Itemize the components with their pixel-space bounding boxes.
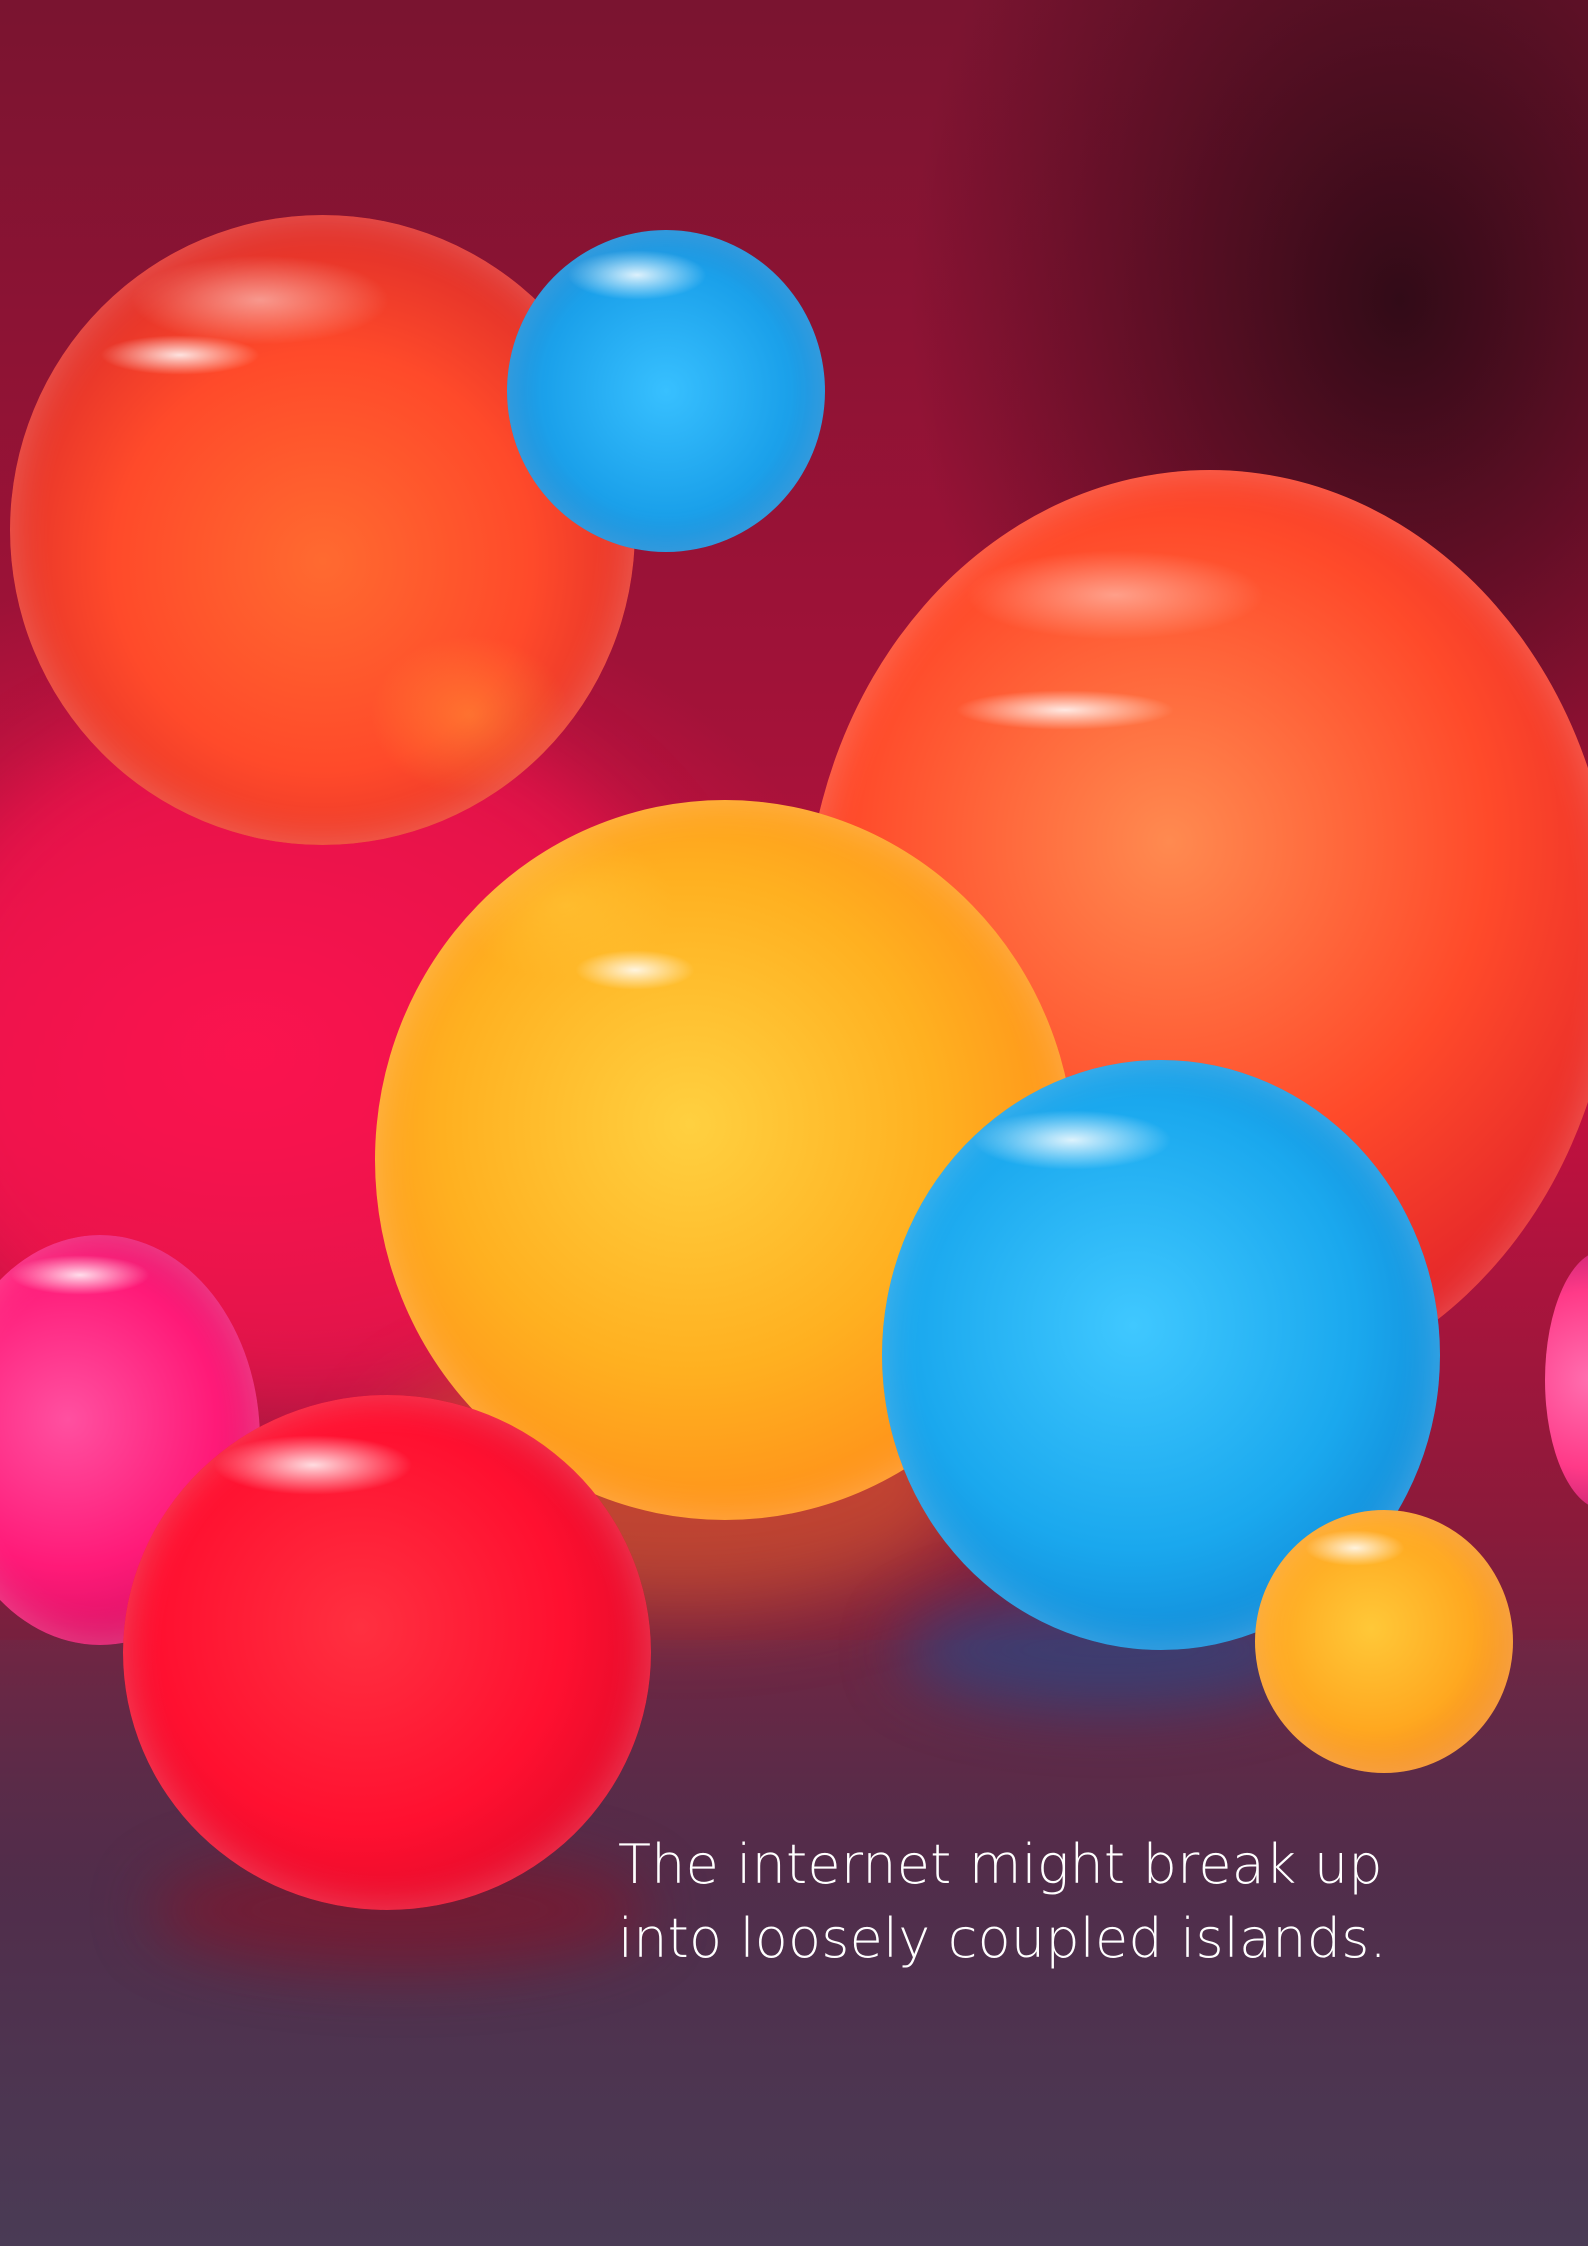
caption-text: The internet might break up into loosely… <box>618 1828 1518 1976</box>
yellow-sphere-small <box>1255 1510 1513 1773</box>
photo-scene: The internet might break up into loosely… <box>0 0 1588 2246</box>
blue-sphere-small <box>507 230 825 552</box>
caption-line-1: The internet might break up <box>618 1833 1383 1896</box>
caption-line-2: into loosely coupled islands. <box>618 1907 1387 1970</box>
red-sphere-front <box>123 1395 651 1910</box>
pink-sphere-edge <box>1545 1250 1588 1510</box>
